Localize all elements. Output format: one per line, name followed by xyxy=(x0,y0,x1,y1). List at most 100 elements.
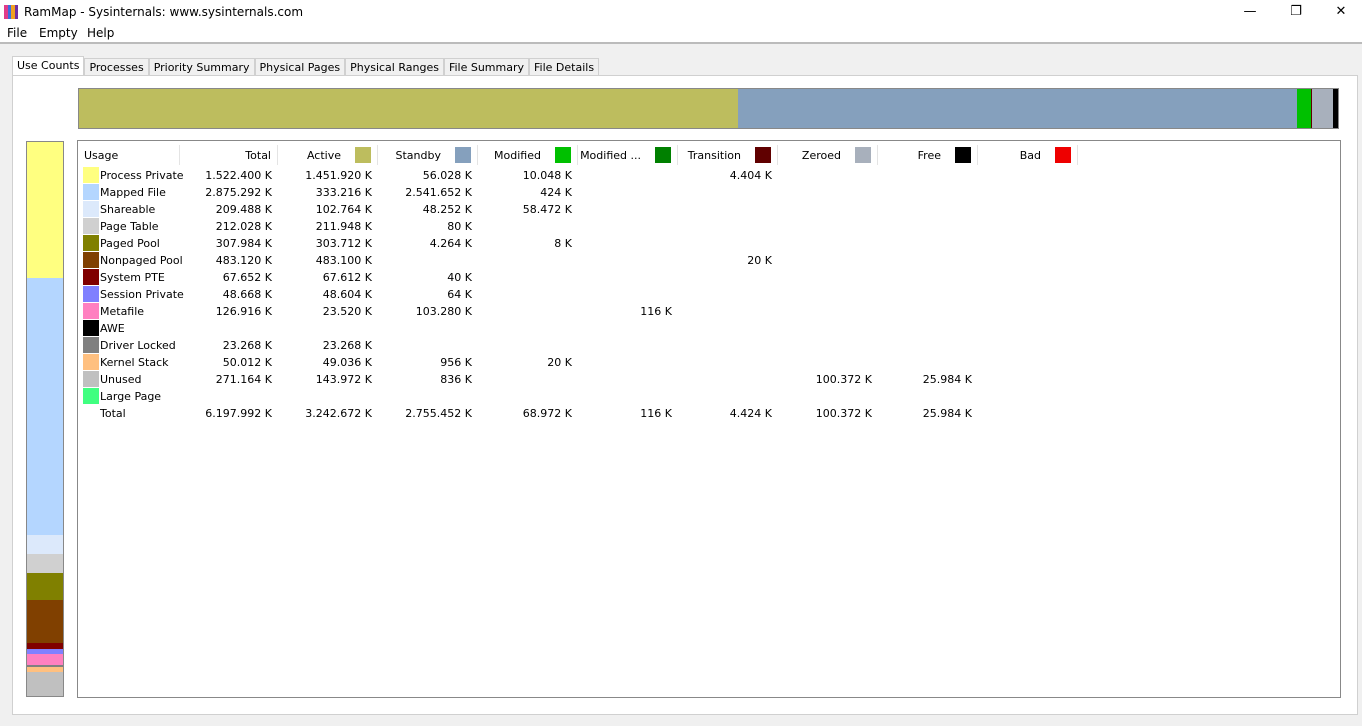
cell-total: 209.488 K xyxy=(215,203,272,216)
usage-label: Mapped File xyxy=(100,186,166,199)
cell-active: 211.948 K xyxy=(315,220,372,233)
column-header-modified[interactable]: Modified ... xyxy=(578,145,678,165)
state-segment-zeroed xyxy=(1312,89,1333,128)
cell-total: 212.028 K xyxy=(215,220,272,233)
cell-modified: 20 K xyxy=(547,356,572,369)
restore-button[interactable]: ❐ xyxy=(1273,2,1319,22)
table-row[interactable]: Large Page xyxy=(78,388,1078,405)
cell-modified: 116 K xyxy=(640,407,672,420)
usage-color-swatch xyxy=(83,320,99,336)
usage-label: Unused xyxy=(100,373,142,386)
cell-active: 1.451.920 K xyxy=(305,169,372,182)
table-row[interactable]: Unused 271.164 K 143.972 K 836 K 100.372 K 25… xyxy=(78,371,1078,388)
cell-total: 2.875.292 K xyxy=(205,186,272,199)
usage-segment-nonpaged-pool xyxy=(27,600,63,644)
usage-color-swatch xyxy=(83,354,99,370)
usage-label: Nonpaged Pool xyxy=(100,254,183,267)
menu-help[interactable]: Help xyxy=(87,26,114,40)
cell-standby: 2.541.652 K xyxy=(405,186,472,199)
column-header-usage[interactable]: Usage xyxy=(80,145,180,165)
state-segment-free xyxy=(1332,89,1338,128)
column-header-modified[interactable]: Modified xyxy=(478,145,578,165)
table-row[interactable]: Page Table 212.028 K 211.948 K 80 K xyxy=(78,218,1078,235)
usage-color-swatch xyxy=(83,286,99,302)
usage-color-swatch xyxy=(83,303,99,319)
legend-swatch xyxy=(655,147,671,163)
cell-free: 25.984 K xyxy=(922,407,972,420)
usage-segment-process-private xyxy=(27,142,63,279)
column-header-zeroed[interactable]: Zeroed xyxy=(778,145,878,165)
minimize-button[interactable]: — xyxy=(1227,2,1273,22)
cell-active: 143.972 K xyxy=(315,373,372,386)
table-row[interactable]: AWE xyxy=(78,320,1078,337)
cell-modified: 116 K xyxy=(640,305,672,318)
table-row[interactable]: Total 6.197.992 K 3.242.672 K 2.755.452 K 68… xyxy=(78,405,1078,422)
state-segment-modified xyxy=(1297,89,1312,128)
cell-zeroed: 100.372 K xyxy=(815,407,872,420)
table-row[interactable]: Kernel Stack 50.012 K 49.036 K 956 K 20 K xyxy=(78,354,1078,371)
table-row[interactable]: Paged Pool 307.984 K 303.712 K 4.264 K 8 K xyxy=(78,235,1078,252)
table-row[interactable]: System PTE 67.652 K 67.612 K 40 K xyxy=(78,269,1078,286)
title-bar: RamMap - Sysinternals: www.sysinternals.… xyxy=(0,0,1362,24)
column-header-free[interactable]: Free xyxy=(878,145,978,165)
usage-label: System PTE xyxy=(100,271,165,284)
table-row[interactable]: Driver Locked 23.268 K 23.268 K xyxy=(78,337,1078,354)
cell-transition: 4.404 K xyxy=(729,169,772,182)
cell-total: 483.120 K xyxy=(215,254,272,267)
tab-use-counts[interactable]: Use Counts xyxy=(12,56,85,77)
column-header-label: Free xyxy=(917,148,941,162)
table-row[interactable]: Nonpaged Pool 483.120 K 483.100 K 20 K xyxy=(78,252,1078,269)
table-row[interactable]: Process Private 1.522.400 K 1.451.920 K 56.… xyxy=(78,167,1078,184)
cell-active: 303.712 K xyxy=(315,237,372,250)
usage-color-swatch xyxy=(83,235,99,251)
usage-color-swatch xyxy=(83,201,99,217)
usage-label: Shareable xyxy=(100,203,156,216)
column-header-label: Active xyxy=(306,148,341,162)
usage-label: Large Page xyxy=(100,390,162,403)
table-row[interactable]: Session Private 48.668 K 48.604 K 64 K xyxy=(78,286,1078,303)
menu-file[interactable]: File xyxy=(7,26,27,40)
column-header-active[interactable]: Active xyxy=(278,145,378,165)
cell-active: 3.242.672 K xyxy=(305,407,372,420)
cell-active: 333.216 K xyxy=(315,186,372,199)
cell-standby: 40 K xyxy=(447,271,472,284)
cell-standby: 48.252 K xyxy=(422,203,472,216)
menu-bar: File Empty Help xyxy=(0,24,1362,44)
usage-segment-page-table xyxy=(27,553,63,573)
usage-segment-unused xyxy=(27,671,63,696)
table-row[interactable]: Metafile 126.916 K 23.520 K 103.280 K 116 K xyxy=(78,303,1078,320)
column-header-bad[interactable]: Bad xyxy=(978,145,1078,165)
rammap-app-icon xyxy=(4,5,18,19)
usage-label: Process Private xyxy=(100,169,184,182)
cell-active: 48.604 K xyxy=(322,288,372,301)
column-header-label: Standby xyxy=(395,148,441,162)
usage-color-swatch xyxy=(83,371,99,387)
cell-total: 48.668 K xyxy=(222,288,272,301)
table-row[interactable]: Mapped File 2.875.292 K 333.216 K 2.541.652… xyxy=(78,184,1078,201)
table-row[interactable]: Shareable 209.488 K 102.764 K 48.252 K 58.47… xyxy=(78,201,1078,218)
cell-active: 23.520 K xyxy=(322,305,372,318)
cell-standby: 56.028 K xyxy=(422,169,472,182)
close-button[interactable]: ✕ xyxy=(1318,2,1362,22)
cell-standby: 64 K xyxy=(447,288,472,301)
cell-active: 102.764 K xyxy=(315,203,372,216)
usage-label: Page Table xyxy=(100,220,159,233)
column-header-total[interactable]: Total xyxy=(178,145,278,165)
usage-color-swatch xyxy=(83,337,99,353)
column-header-transition[interactable]: Transition xyxy=(678,145,778,165)
cell-total: 126.916 K xyxy=(215,305,272,318)
column-header-label: Modified ... xyxy=(580,148,641,162)
column-header-standby[interactable]: Standby xyxy=(378,145,478,165)
cell-modified: 68.972 K xyxy=(522,407,572,420)
menu-empty[interactable]: Empty xyxy=(39,26,78,40)
cell-total: 50.012 K xyxy=(222,356,272,369)
cell-modified: 10.048 K xyxy=(522,169,572,182)
usage-label: Kernel Stack xyxy=(100,356,169,369)
cell-standby: 80 K xyxy=(447,220,472,233)
cell-transition: 20 K xyxy=(747,254,772,267)
usage-segment-mapped-file xyxy=(27,278,63,536)
usage-label: AWE xyxy=(100,322,125,335)
cell-free: 25.984 K xyxy=(922,373,972,386)
cell-total: 6.197.992 K xyxy=(205,407,272,420)
legend-swatch xyxy=(355,147,371,163)
